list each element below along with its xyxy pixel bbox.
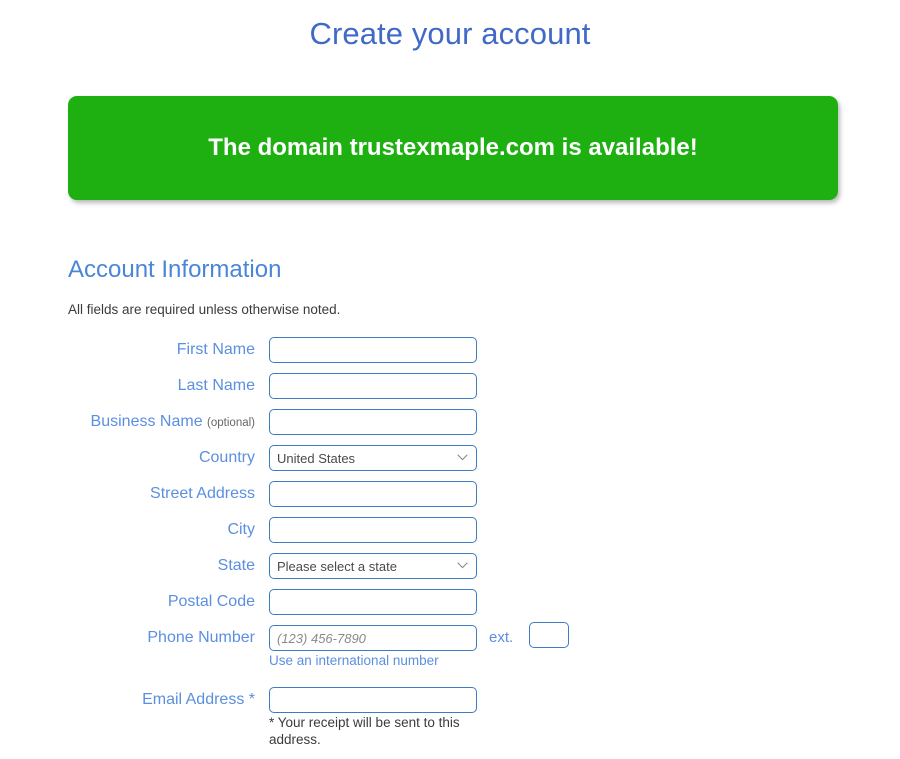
form-row-last-name: Last Name xyxy=(0,373,900,409)
state-label: State xyxy=(217,557,255,574)
phone-number-label: Phone Number xyxy=(147,629,255,646)
business-name-input[interactable] xyxy=(269,409,477,435)
form-row-phone-number: Phone Number ext. Use an international n… xyxy=(0,622,900,687)
required-fields-note: All fields are required unless otherwise… xyxy=(68,302,341,317)
phone-extension-label: ext. xyxy=(489,629,514,646)
state-select-wrapper: Please select a state xyxy=(269,553,477,579)
country-select-wrapper: United States xyxy=(269,445,477,471)
international-number-link[interactable]: Use an international number xyxy=(269,651,439,671)
form-row-street-address: Street Address xyxy=(0,481,900,517)
phone-extension-input[interactable] xyxy=(529,622,569,648)
last-name-label: Last Name xyxy=(177,377,255,394)
postal-code-label: Postal Code xyxy=(167,593,255,610)
state-select[interactable]: Please select a state xyxy=(269,553,477,579)
country-select[interactable]: United States xyxy=(269,445,477,471)
form-row-city: City xyxy=(0,517,900,553)
account-information-form: First Name Last Name Business Name (opti… xyxy=(0,337,900,747)
phone-number-input[interactable] xyxy=(269,625,477,651)
first-name-label: First Name xyxy=(176,341,255,358)
email-receipt-note: * Your receipt will be sent to this addr… xyxy=(269,715,460,747)
page-title: Create your account xyxy=(309,16,591,51)
form-row-country: Country United States xyxy=(0,445,900,481)
last-name-input[interactable] xyxy=(269,373,477,399)
form-row-state: State Please select a state xyxy=(0,553,900,589)
email-address-input[interactable] xyxy=(269,687,477,713)
street-address-label: Street Address xyxy=(150,485,255,502)
domain-availability-banner: The domain trustexmaple.com is available… xyxy=(68,96,838,200)
account-information-heading: Account Information xyxy=(68,256,282,283)
business-name-label: Business Name (optional) xyxy=(0,409,255,436)
postal-code-input[interactable] xyxy=(269,589,477,615)
country-label: Country xyxy=(198,449,255,466)
city-input[interactable] xyxy=(269,517,477,543)
form-row-email-address: Email Address * * Your receipt will be s… xyxy=(0,687,900,747)
first-name-input[interactable] xyxy=(269,337,477,363)
business-name-label-text: Business Name xyxy=(90,413,203,430)
street-address-input[interactable] xyxy=(269,481,477,507)
email-address-label: Email Address * xyxy=(142,691,255,708)
city-label: City xyxy=(227,521,255,538)
form-row-first-name: First Name xyxy=(0,337,900,373)
domain-availability-message: The domain trustexmaple.com is available… xyxy=(208,134,698,161)
business-name-optional-tag: (optional) xyxy=(207,417,255,429)
form-row-postal-code: Postal Code xyxy=(0,589,900,625)
form-row-business-name: Business Name (optional) xyxy=(0,409,900,445)
